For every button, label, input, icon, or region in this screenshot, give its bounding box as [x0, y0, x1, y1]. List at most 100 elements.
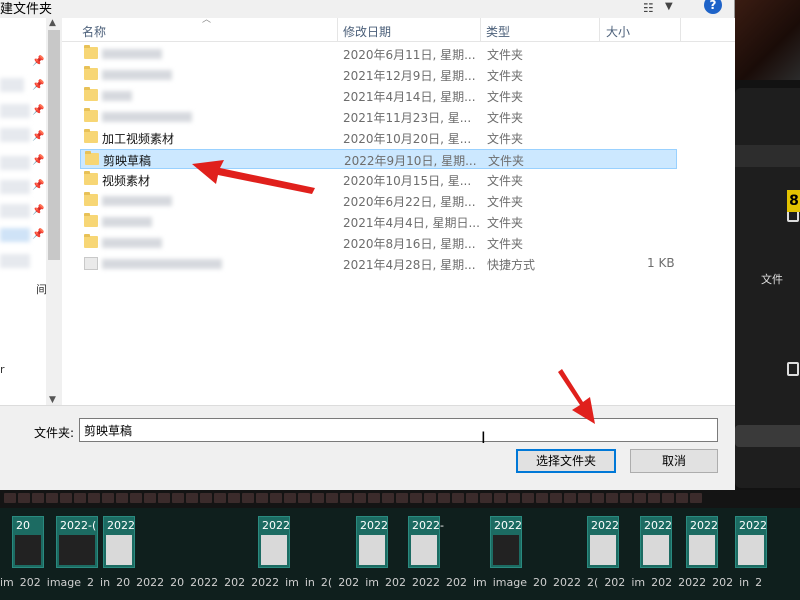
nav-item[interactable]: [0, 78, 24, 92]
file-label: 2: [87, 576, 95, 589]
file-type: 文件夹: [487, 237, 524, 251]
timeline: 20 2022-(2022 2022 2022 2022- 2022 2022 2022 202…: [0, 490, 800, 600]
pin-icon: 📌: [32, 105, 45, 116]
file-row[interactable]: 2021年11月23日, 星... 文件夹: [80, 107, 677, 127]
ruler-tick: [18, 493, 30, 503]
file-label: 202: [224, 576, 246, 589]
checkbox-icon[interactable]: [787, 362, 799, 376]
file-row[interactable]: 视频素材 2020年10月15日, 星... 文件夹: [80, 170, 677, 190]
chevron-up-icon[interactable]: ▲: [49, 18, 56, 28]
column-name[interactable]: 名称: [82, 23, 106, 40]
nav-item[interactable]: [0, 228, 30, 242]
shortcut-icon: [84, 257, 98, 270]
timeline-clip[interactable]: 2022-: [408, 516, 444, 568]
file-list[interactable]: ︿ 名称 修改日期 类型 大小 2020年6月11日, 星期... 文件夹 2021…: [62, 15, 735, 405]
timeline-clip[interactable]: 2022: [103, 516, 135, 568]
file-label: 文件: [761, 273, 783, 286]
file-date: 2022年9月10日, 星期...: [344, 154, 477, 168]
file-row[interactable]: 2020年6月11日, 星期... 文件夹: [80, 44, 677, 64]
file-label: in: [739, 576, 750, 589]
ruler-tick: [130, 493, 142, 503]
ruler-tick: [172, 493, 184, 503]
folder-label: 文件夹:: [34, 426, 75, 440]
redacted-name: [102, 217, 152, 227]
ruler-tick: [606, 493, 618, 503]
timeline-clip[interactable]: 2022-(: [56, 516, 98, 568]
chevron-down-icon[interactable]: ▼: [49, 395, 56, 405]
timeline-clip[interactable]: 2022: [356, 516, 388, 568]
file-type: 文件夹: [487, 90, 524, 104]
clip-thumbnail: [261, 535, 287, 565]
file-date: 2020年10月20日, 星...: [343, 132, 472, 146]
ruler-tick: [424, 493, 436, 503]
select-folder-button[interactable]: 选择文件夹: [516, 449, 616, 473]
ruler-tick: [662, 493, 674, 503]
action-bar[interactable]: [735, 425, 800, 447]
timeline-clip[interactable]: 2022: [686, 516, 718, 568]
file-type: 文件夹: [487, 69, 524, 83]
help-icon[interactable]: ?: [704, 0, 722, 14]
file-label: 20: [533, 576, 548, 589]
cancel-button[interactable]: 取消: [630, 449, 718, 473]
file-row-selected[interactable]: 剪映草稿 2022年9月10日, 星期... 文件夹: [80, 149, 677, 169]
file-size: 1 KB: [647, 256, 675, 270]
timeline-clip[interactable]: 2022: [735, 516, 767, 568]
column-separator[interactable]: [337, 18, 338, 42]
view-options-icon[interactable]: ☷: [643, 1, 654, 15]
nav-item[interactable]: [0, 104, 30, 118]
nav-item[interactable]: [0, 128, 30, 142]
ruler-tick: [102, 493, 114, 503]
clip-thumbnail: [359, 535, 385, 565]
timeline-clip[interactable]: 2022: [258, 516, 290, 568]
file-row[interactable]: 2020年6月22日, 星期... 文件夹: [80, 191, 677, 211]
file-label: 2(: [587, 576, 599, 589]
clip-label: 2022: [262, 519, 290, 532]
file-row[interactable]: 2021年4月4日, 星期日... 文件夹: [80, 212, 677, 232]
file-row[interactable]: 2020年8月16日, 星期... 文件夹: [80, 233, 677, 253]
column-size[interactable]: 大小: [606, 23, 630, 40]
folder-input[interactable]: [79, 418, 718, 442]
file-label: 2(: [320, 576, 333, 589]
file-label: 202: [384, 576, 406, 589]
column-date[interactable]: 修改日期: [343, 23, 391, 40]
clip-label: 2022: [107, 519, 135, 532]
clip-label: 2022: [591, 519, 619, 532]
file-label: 2022: [553, 576, 582, 589]
file-date: 2021年4月4日, 星期日...: [343, 216, 480, 230]
ruler-tick: [522, 493, 534, 503]
nav-item[interactable]: [0, 156, 30, 170]
timeline-clip[interactable]: 2022: [490, 516, 522, 568]
ruler-tick: [326, 493, 338, 503]
file-row[interactable]: 2021年4月14日, 星期... 文件夹: [80, 86, 677, 106]
timeline-clip[interactable]: 2022: [587, 516, 619, 568]
file-row[interactable]: 加工视频素材 2020年10月20日, 星... 文件夹: [80, 128, 677, 148]
clip-label: 2022: [494, 519, 522, 532]
column-separator[interactable]: [480, 18, 481, 42]
nav-item[interactable]: [0, 180, 30, 194]
column-type[interactable]: 类型: [486, 23, 510, 40]
nav-item[interactable]: [0, 204, 30, 218]
nav-scrollbar[interactable]: ▲ ▼: [46, 18, 62, 405]
timeline-clip[interactable]: 20: [12, 516, 44, 568]
scrollbar-thumb[interactable]: [48, 30, 60, 260]
column-separator[interactable]: [599, 18, 600, 42]
file-label: 20: [170, 576, 185, 589]
clip-label: 2022-(: [60, 519, 97, 532]
file-label: 2022: [411, 576, 440, 589]
preview-thumbnail: [735, 0, 800, 80]
text-cursor-icon: I: [481, 428, 486, 447]
clip-label: 2022: [739, 519, 767, 532]
pin-icon: 📌: [32, 80, 45, 91]
nav-item[interactable]: [0, 254, 30, 268]
file-type: 快捷方式: [487, 258, 536, 272]
file-row[interactable]: 2021年12月9日, 星期... 文件夹: [80, 65, 677, 85]
redacted-name: [102, 91, 132, 101]
column-separator[interactable]: [680, 18, 681, 42]
timeline-clip[interactable]: 2022: [640, 516, 672, 568]
file-row[interactable]: 2021年4月28日, 星期... 快捷方式 1 KB: [80, 254, 677, 274]
ruler-tick: [578, 493, 590, 503]
pin-icon: 📌: [32, 205, 45, 216]
ruler-tick: [312, 493, 324, 503]
file-label: 2022: [190, 576, 219, 589]
chevron-down-icon[interactable]: ▼: [665, 1, 673, 12]
